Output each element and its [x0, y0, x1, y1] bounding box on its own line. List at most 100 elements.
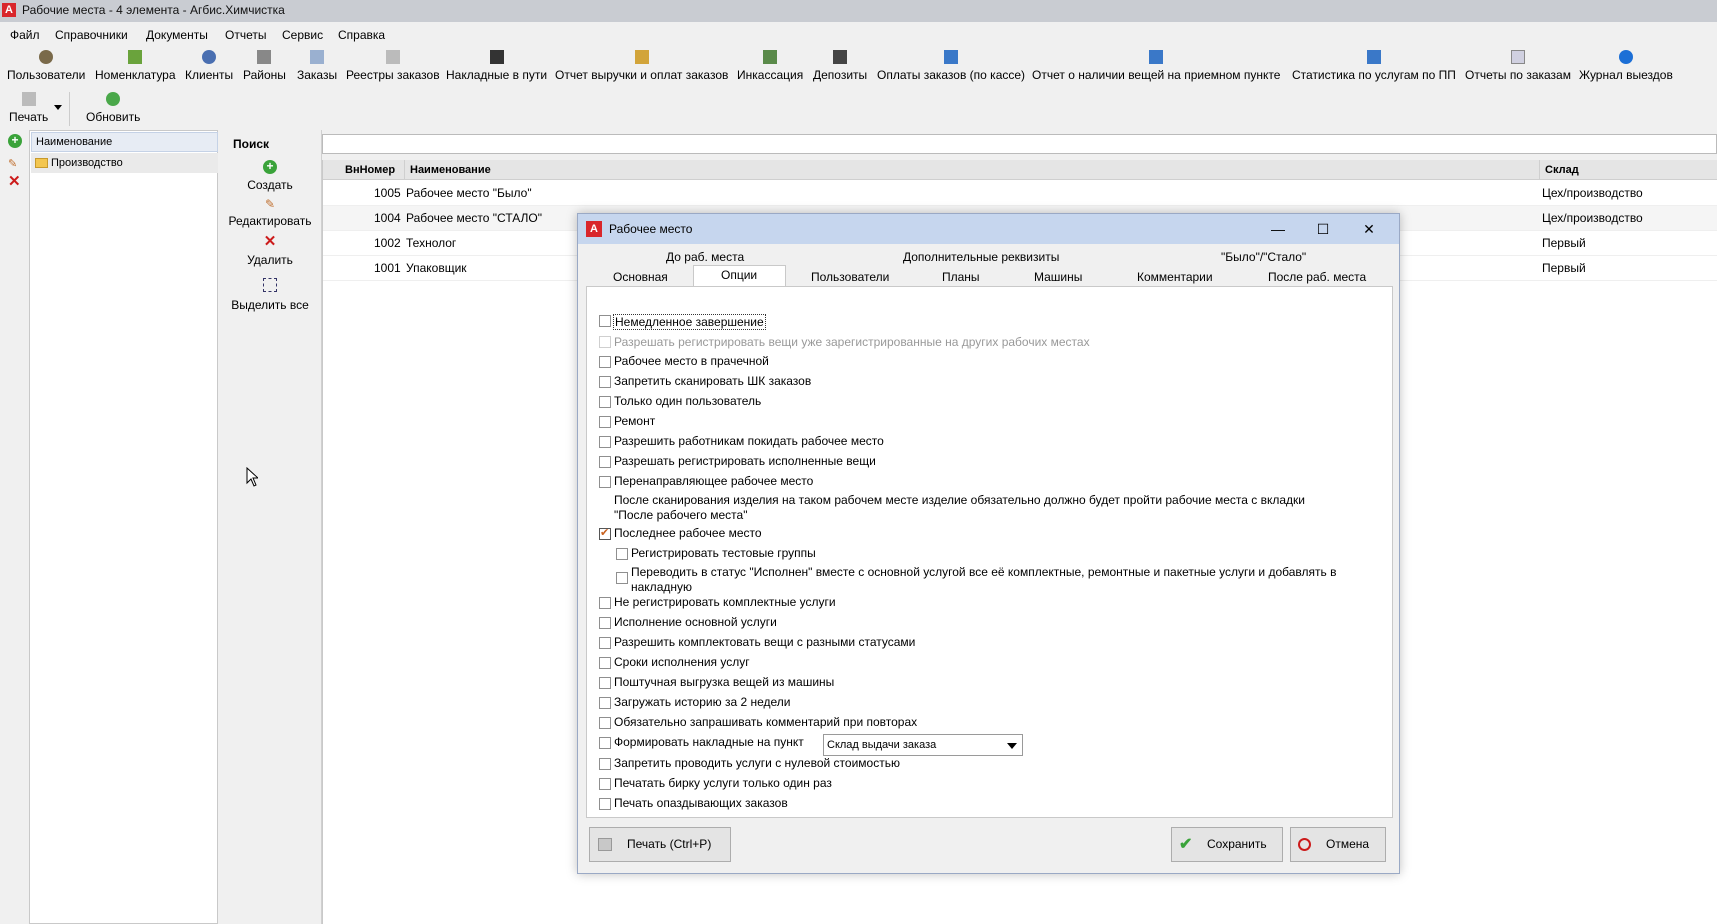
column-header-number[interactable]: ВнНомер: [323, 160, 404, 180]
close-button[interactable]: ✕: [1359, 219, 1379, 239]
option-checkbox[interactable]: [599, 376, 611, 388]
option-label: Перенаправляющее рабочее место: [614, 474, 814, 488]
option-checkbox[interactable]: [599, 717, 611, 729]
dialog-title: Рабочее место: [609, 222, 693, 236]
add-icon: +: [263, 160, 277, 174]
tab-users[interactable]: Пользователи: [811, 270, 889, 284]
tab-after-workplace[interactable]: После раб. места: [1268, 270, 1366, 284]
truck-icon: [489, 50, 504, 64]
delete-button[interactable]: ✕ Удалить: [218, 233, 322, 267]
menu-documents[interactable]: Документы: [146, 28, 208, 42]
option-checkbox[interactable]: [599, 677, 611, 689]
option-label: Разрешать регистрировать исполненные вещ…: [614, 454, 876, 468]
delete-icon[interactable]: ✕: [8, 174, 21, 189]
print-dialog-button[interactable]: Печать (Ctrl+P): [589, 827, 731, 862]
option-checkbox[interactable]: [599, 315, 611, 327]
option-checkbox[interactable]: [599, 456, 611, 468]
create-button[interactable]: + Создать: [218, 160, 322, 193]
tab-comments[interactable]: Комментарии: [1137, 270, 1213, 284]
option-checkbox[interactable]: [599, 476, 611, 488]
option-checkbox[interactable]: [599, 356, 611, 368]
toolbar-revenue-report[interactable]: Отчет выручки и оплат заказов: [555, 50, 728, 82]
tab-machines[interactable]: Машины: [1034, 270, 1082, 284]
table-row[interactable]: 1005 Рабочее место "Было" Цех/производст…: [323, 181, 1717, 206]
toolbar-order-reports[interactable]: Отчеты по заказам: [1465, 50, 1571, 82]
edit-button[interactable]: ✎ Редактировать: [218, 197, 322, 228]
toolbar-clients[interactable]: Клиенты: [185, 50, 233, 82]
tab-options[interactable]: Опции: [721, 268, 757, 282]
option-checkbox[interactable]: [599, 758, 611, 770]
stats-icon: [1366, 50, 1381, 64]
menu-reports[interactable]: Отчеты: [225, 28, 266, 42]
option-label: Поштучная выгрузка вещей из машины: [614, 675, 835, 689]
toolbar-collection[interactable]: Инкассация: [737, 50, 803, 82]
toolbar-services-stats[interactable]: Статистика по услугам по ПП: [1292, 50, 1456, 82]
registers-icon: [385, 50, 400, 64]
warehouse-select[interactable]: Склад выдачи заказа: [823, 734, 1023, 756]
folder-icon: [35, 158, 48, 168]
minimize-button[interactable]: —: [1268, 219, 1288, 239]
users-icon: [39, 50, 54, 64]
menu-service[interactable]: Сервис: [282, 28, 323, 42]
tree-item-production[interactable]: Производство: [31, 153, 218, 173]
option-checkbox[interactable]: [599, 657, 611, 669]
option-checkbox[interactable]: [599, 436, 611, 448]
menu-references[interactable]: Справочники: [55, 28, 128, 42]
column-header-name[interactable]: Наименование: [404, 160, 1539, 180]
print-dropdown-arrow-icon[interactable]: [54, 105, 62, 110]
action-column: + Создать ✎ Редактировать ✕ Удалить Выде…: [218, 130, 322, 924]
search-input[interactable]: [322, 134, 1717, 154]
option-checkbox[interactable]: [599, 778, 611, 790]
add-icon[interactable]: +: [8, 134, 22, 148]
edit-icon[interactable]: ✎: [8, 157, 22, 170]
option-checkbox[interactable]: [599, 617, 611, 629]
toolbar-nomenclature[interactable]: Номенклатура: [95, 50, 176, 82]
menu-file[interactable]: Файл: [10, 28, 40, 42]
tab-additional-details[interactable]: Дополнительные реквизиты: [903, 250, 1059, 264]
toolbar-deposits[interactable]: Депозиты: [813, 50, 867, 82]
tree-actions: + ✎ ✕: [0, 130, 29, 924]
sub-option-checkbox[interactable]: [616, 548, 628, 560]
option-checkbox[interactable]: [599, 798, 611, 810]
option-label: Печать опаздывающих заказов: [614, 796, 788, 810]
option-label: Разрешить работникам покидать рабочее ме…: [614, 434, 884, 448]
option-label: Разрешать регистрировать вещи уже зареги…: [614, 335, 1090, 349]
option-label: Загружать историю за 2 недели: [614, 695, 791, 709]
search-label: Поиск: [233, 137, 270, 151]
maximize-button[interactable]: ☐: [1313, 219, 1333, 239]
last-workplace-checkbox[interactable]: [599, 526, 611, 540]
tab-before-workplace[interactable]: До раб. места: [666, 250, 744, 264]
toolbar-invoices-in-transit[interactable]: Накладные в пути: [446, 50, 547, 82]
print-button[interactable]: Печать: [9, 92, 48, 124]
option-label: Немедленное завершение: [613, 314, 766, 330]
tab-before-after[interactable]: "Было"/"Стало": [1221, 250, 1306, 264]
option-checkbox[interactable]: [599, 416, 611, 428]
toolbar-orders[interactable]: Заказы: [297, 50, 337, 82]
option-label: Регистрировать тестовые группы: [631, 546, 816, 560]
option-checkbox[interactable]: [599, 737, 611, 749]
select-all-button[interactable]: Выделить все: [218, 278, 322, 312]
tab-plans[interactable]: Планы: [942, 270, 980, 284]
toolbar-users[interactable]: Пользователи: [7, 50, 85, 82]
printer-icon: [21, 92, 36, 106]
menu-help[interactable]: Справка: [338, 28, 385, 42]
toolbar-order-registers[interactable]: Реестры заказов: [346, 50, 440, 82]
toolbar-order-payments[interactable]: Оплаты заказов (по кассе): [877, 50, 1025, 82]
toolbar-items-report[interactable]: Отчет о наличии вещей на приемном пункте: [1032, 50, 1280, 82]
dialog-title-bar: A Рабочее место — ☐ ✕: [578, 214, 1399, 244]
sub-option-checkbox[interactable]: [616, 572, 628, 584]
option-checkbox[interactable]: [599, 697, 611, 709]
cancel-button[interactable]: Отмена: [1290, 827, 1386, 862]
column-header-store[interactable]: Склад: [1539, 160, 1717, 180]
option-checkbox[interactable]: [599, 637, 611, 649]
delete-icon: ✕: [263, 233, 277, 250]
option-checkbox[interactable]: [599, 597, 611, 609]
toolbar-separator: [69, 92, 70, 126]
tree-header[interactable]: Наименование: [31, 132, 218, 152]
refresh-button[interactable]: Обновить: [86, 92, 140, 124]
toolbar-districts[interactable]: Районы: [243, 50, 286, 82]
tab-main[interactable]: Основная: [613, 270, 668, 284]
option-checkbox[interactable]: [599, 396, 611, 408]
toolbar-trips-journal[interactable]: Журнал выездов: [1579, 50, 1673, 82]
save-button[interactable]: ✔ Сохранить: [1171, 827, 1283, 862]
